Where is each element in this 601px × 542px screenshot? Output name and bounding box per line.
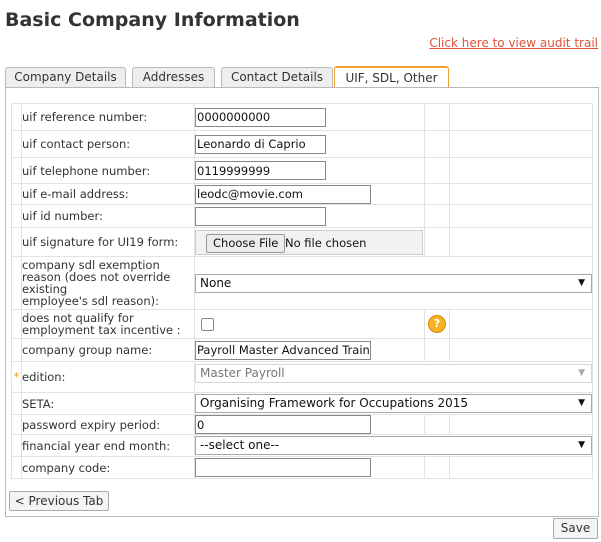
password-expiry-label: password expiry period:: [21, 414, 195, 435]
edition-label: edition:: [21, 361, 195, 393]
uif-email-label: uif e-mail address:: [21, 183, 195, 205]
seta-label: SETA:: [21, 392, 195, 415]
company-code-input[interactable]: [195, 458, 371, 477]
tab-company-details[interactable]: Company Details: [5, 67, 126, 87]
edition-select: Master Payroll ▼: [195, 364, 592, 383]
sdl-exemption-label: company sdl exemption reason (does not o…: [21, 256, 195, 310]
group-name-label: company group name:: [21, 338, 195, 362]
uif-signature-file-input: Choose File No file chosen: [195, 229, 423, 255]
financial-year-end-select[interactable]: --select one-- ▼: [195, 436, 592, 455]
uif-reference-label: uif reference number:: [21, 103, 195, 131]
previous-tab-button[interactable]: < Previous Tab: [9, 491, 109, 511]
tab-addresses[interactable]: Addresses: [132, 67, 215, 87]
page-title: Basic Company Information: [5, 9, 300, 31]
tab-uif-sdl-other[interactable]: UIF, SDL, Other: [334, 66, 449, 89]
dropdown-arrow-icon: ▼: [578, 277, 585, 288]
uif-email-input[interactable]: [195, 184, 371, 204]
seta-select[interactable]: Organising Framework for Occupations 201…: [195, 394, 592, 413]
uif-id-label: uif id number:: [21, 204, 195, 228]
company-info-form: uif reference number: uif contact person…: [11, 103, 593, 479]
tax-incentive-label: does not qualify for employment tax ince…: [21, 309, 195, 339]
password-expiry-input[interactable]: [195, 415, 371, 434]
uif-id-input[interactable]: [195, 206, 326, 226]
uif-telephone-label: uif telephone number:: [21, 157, 195, 184]
dropdown-arrow-icon: ▼: [578, 368, 585, 378]
group-name-input[interactable]: [195, 340, 371, 360]
required-marker: *: [11, 361, 22, 393]
tax-incentive-checkbox[interactable]: [201, 317, 214, 331]
audit-trail-link[interactable]: Click here to view audit trail: [429, 36, 598, 50]
tab-contact-details[interactable]: Contact Details: [221, 67, 333, 87]
question-mark-icon[interactable]: ?: [428, 315, 446, 333]
uif-contact-label: uif contact person:: [21, 130, 195, 158]
uif-contact-input[interactable]: [195, 134, 326, 154]
choose-file-button[interactable]: Choose File: [206, 233, 286, 253]
uif-reference-input[interactable]: [195, 107, 326, 127]
dropdown-arrow-icon: ▼: [578, 440, 585, 450]
uif-signature-label: uif signature for UI19 form:: [21, 227, 195, 257]
save-button[interactable]: Save: [553, 518, 598, 539]
file-status: No file chosen: [285, 235, 367, 250]
sdl-exemption-select[interactable]: None ▼: [195, 273, 592, 293]
financial-year-end-label: financial year end month:: [21, 434, 195, 457]
dropdown-arrow-icon: ▼: [578, 398, 585, 408]
uif-telephone-input[interactable]: [195, 161, 326, 180]
company-code-label: company code:: [21, 456, 195, 479]
